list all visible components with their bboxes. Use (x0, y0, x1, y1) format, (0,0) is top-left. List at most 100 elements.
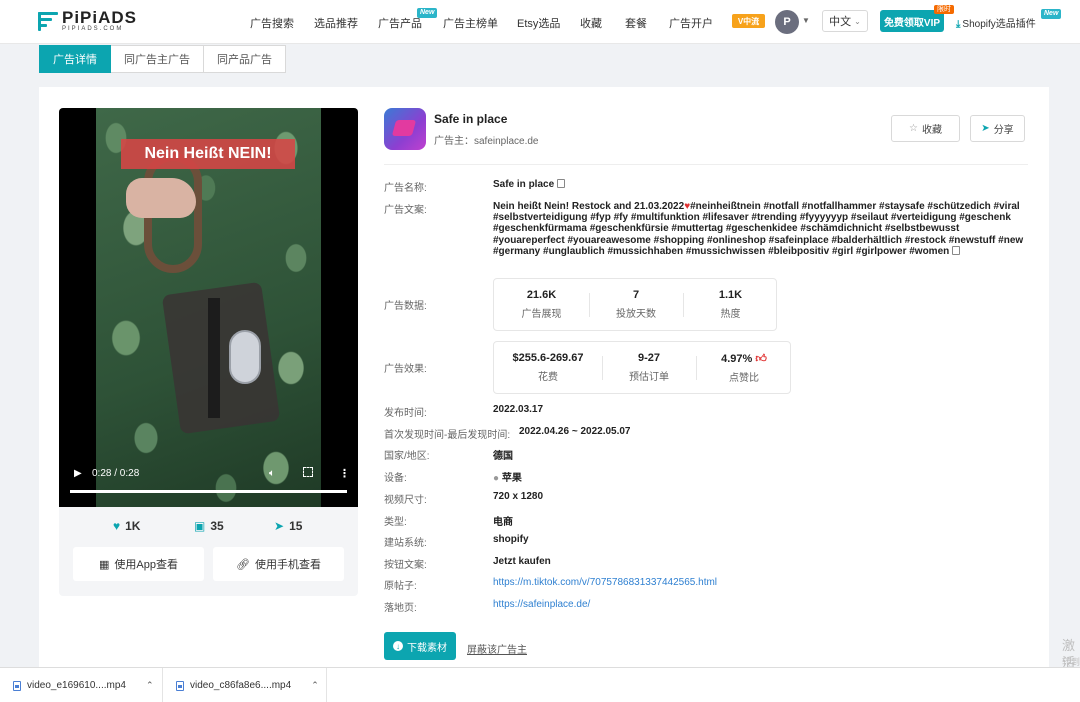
type-label: 类型: (384, 517, 407, 528)
language-label: 中文 (829, 16, 852, 28)
view-on-phone-button[interactable]: 🔗︎ 使用手机查看 (213, 547, 344, 581)
ad-copy-label: 广告文案: (384, 205, 427, 216)
ad-name-label: 广告名称: (384, 183, 427, 194)
view-in-app-button[interactable]: ▦ 使用App查看 (73, 547, 204, 581)
metric-label: 花费 (538, 372, 558, 383)
view-in-app-label: 使用App查看 (114, 559, 178, 571)
metric-value: $255.6-269.67 (512, 352, 584, 364)
fullscreen-icon[interactable] (303, 467, 313, 477)
metric-like-ratio: 4.97% 👍︎ 点赞比 (696, 342, 792, 393)
collect-button[interactable]: ☆ 收藏 (891, 115, 960, 142)
video-progress-fill (70, 490, 347, 493)
logo[interactable]: PiPiADS PIPIADS.COM (38, 9, 137, 33)
nav-product-picks[interactable]: 选品推荐 (314, 15, 358, 31)
video-frame: Nein Heißt NEIN! (96, 108, 321, 507)
language-select[interactable]: 中文 ⌄ (822, 10, 868, 32)
copy-icon[interactable] (557, 179, 566, 188)
more-icon[interactable]: ⋮ (339, 467, 350, 480)
likes-count: 1K (125, 519, 141, 533)
type-value: 电商 (493, 517, 513, 528)
avatar[interactable]: P (775, 10, 799, 34)
video-player[interactable]: Nein Heißt NEIN! ▶ 0:28 / 0:28 🔈︎ ⋮ (59, 108, 358, 507)
site-value: shopify (493, 534, 529, 545)
likes-stat: ♥ 1K (113, 519, 140, 533)
file-icon (13, 680, 21, 691)
publish-value: 2022.03.17 (493, 404, 544, 415)
metric-heat: 1.1K 热度 (683, 279, 778, 330)
cta-label: 按钮文案: (384, 560, 427, 571)
download-item[interactable]: video_c86fa8e6....mp4 ⌃ (176, 668, 319, 702)
like-ratio-value: 4.97% (721, 352, 753, 365)
metric-value: 1.1K (718, 289, 743, 301)
nav-ad-products[interactable]: 广告产品 (378, 15, 422, 31)
metric-value: 21.6K (526, 289, 557, 301)
ad-effect-label: 广告效果: (384, 364, 427, 375)
chevron-up-icon[interactable]: ⌃ (311, 680, 319, 691)
download-filename: video_e169610....mp4 (27, 680, 126, 691)
site-label: 建站系统: (384, 538, 427, 549)
engagement-stats: ♥ 1K ▣ 35 ➤ 15 (59, 519, 358, 537)
block-advertiser-link[interactable]: 屏蔽该广告主 (467, 641, 527, 656)
heart-icon: ♥ (113, 519, 121, 533)
tab-same-advertiser[interactable]: 同广告主广告 (111, 45, 204, 73)
nav-favorites[interactable]: 收藏 (580, 15, 602, 31)
ad-data-box: 21.6K 广告展现 7 投放天数 1.1K 热度 (493, 278, 777, 331)
shares-count: 15 (289, 519, 303, 533)
metric-value: 4.97% 👍︎ (721, 352, 767, 365)
device-text: 苹果 (501, 473, 522, 484)
landing-label: 落地页: (384, 603, 417, 614)
new-badge: New (1041, 9, 1062, 19)
tab-same-product[interactable]: 同产品广告 (204, 45, 286, 73)
qrcode-icon: ▦ (99, 558, 110, 571)
tab-ad-details[interactable]: 广告详情 (39, 45, 111, 73)
metric-label: 预估订单 (629, 372, 669, 383)
copy-icon[interactable] (952, 245, 961, 255)
apple-icon: ● (493, 473, 500, 484)
download-item[interactable]: video_e169610....mp4 ⌃ (13, 668, 154, 702)
video-time: 0:28 / 0:28 (92, 468, 140, 479)
vip-logo[interactable]: V中流 (732, 14, 765, 28)
share-icon: ➤ (274, 519, 285, 533)
post-link[interactable]: https://m.tiktok.com/v/70757868313374425… (493, 577, 717, 588)
video-progress[interactable] (70, 490, 347, 493)
share-button[interactable]: ➤ 分享 (970, 115, 1025, 142)
play-icon[interactable]: ▶ (74, 468, 82, 479)
plugin-label: Shopify选品插件 (962, 19, 1036, 30)
ad-copy-text: Nein heißt Nein! Restock and 21.03.2022♥… (493, 201, 1033, 257)
logo-subtext: PIPIADS.COM (62, 26, 124, 32)
nav-open-account[interactable]: 广告开户 (669, 15, 713, 31)
cta-value: Jetzt kaufen (493, 556, 551, 567)
size-value: 720 x 1280 (493, 491, 544, 502)
divider (384, 164, 1028, 165)
limited-badge: 限时 (934, 5, 954, 14)
file-icon (176, 680, 184, 691)
nav-etsy[interactable]: Etsy选品 (517, 15, 560, 31)
post-label: 原帖子: (384, 581, 417, 592)
metric-value: 7 (632, 289, 640, 301)
volume-icon[interactable]: 🔈︎ (269, 468, 275, 479)
publish-label: 发布时间: (384, 408, 427, 419)
country-label: 国家/地区: (384, 451, 430, 462)
seen-label: 首次发现时间-最后发现时间: (384, 430, 511, 441)
device-label: 设备: (384, 473, 407, 484)
ad-data-label: 广告数据: (384, 301, 427, 312)
download-icon: ⤓ (956, 19, 961, 30)
chevron-up-icon[interactable]: ⌃ (146, 680, 154, 691)
metric-spend: $255.6-269.67 花费 (494, 342, 602, 393)
landing-link[interactable]: https://safeinplace.de/ (493, 599, 590, 610)
advertiser-label: 广告主： (434, 136, 474, 147)
download-asset-button[interactable]: ↓ 下载素材 (384, 632, 456, 660)
shopify-plugin-link[interactable]: ⤓ Shopify选品插件 (956, 15, 1036, 30)
comments-count: 35 (210, 519, 224, 533)
comment-icon: ▣ (194, 519, 206, 533)
download-bar: video_e169610....mp4 ⌃ video_c86fa8e6....… (0, 667, 1080, 702)
nav-ad-search[interactable]: 广告搜索 (250, 15, 294, 31)
chevron-down-icon[interactable]: ▼ (802, 16, 810, 25)
comments-stat: ▣ 35 (194, 519, 224, 533)
share-label: 分享 (993, 125, 1014, 136)
app-name: Safe in place (434, 112, 508, 126)
nav-plans[interactable]: 套餐 (625, 15, 647, 31)
app-icon (384, 108, 426, 150)
nav-advertiser-ranking[interactable]: 广告主榜单 (443, 15, 498, 31)
download-icon: ↓ (393, 641, 403, 651)
